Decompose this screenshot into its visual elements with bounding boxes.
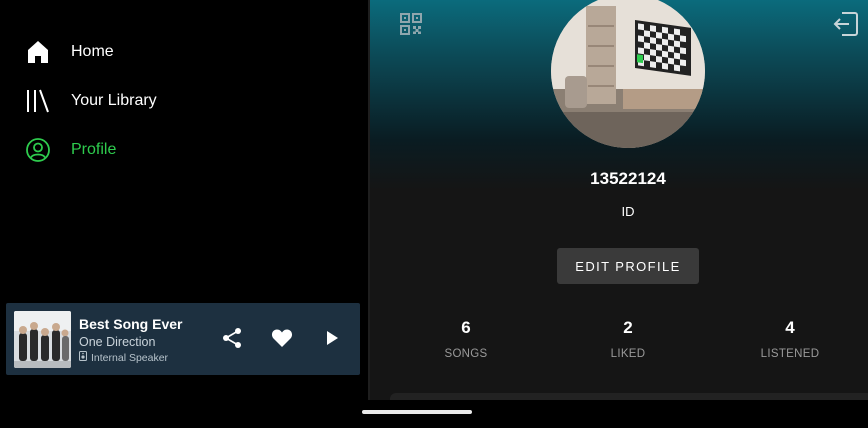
profile-icon (24, 136, 52, 164)
profile-avatar[interactable] (551, 0, 705, 148)
sidebar-item-label: Home (71, 43, 114, 60)
system-nav-bar (0, 400, 868, 428)
app: Home Your Library Profile Best Song Ever… (0, 0, 868, 428)
profile-pane: 13522124 ID EDIT PROFILE 6 SONGS 2 LIKED… (370, 0, 868, 403)
stat-value: 2 (623, 318, 633, 337)
sidebar: Home Your Library Profile Best Song Ever… (0, 0, 368, 400)
stat-label: LISTENED (760, 348, 820, 360)
sidebar-item-library[interactable]: Your Library (24, 85, 344, 117)
stat-label: SONGS (444, 348, 488, 360)
stat-value: 4 (785, 318, 795, 337)
stat-songs: 6 SONGS (411, 318, 521, 360)
play-icon (325, 330, 339, 351)
track-title: Best Song Ever (79, 316, 183, 332)
sidebar-item-label: Profile (71, 141, 117, 158)
sidebar-item-home[interactable]: Home (24, 36, 344, 68)
library-icon (24, 87, 52, 115)
like-button[interactable] (269, 327, 295, 353)
edit-profile-button[interactable]: EDIT PROFILE (557, 248, 699, 284)
album-cover (14, 311, 71, 368)
sidebar-item-profile[interactable]: Profile (24, 134, 344, 166)
stat-listened: 4 LISTENED (735, 318, 845, 360)
output-device-label: Internal Speaker (91, 351, 169, 364)
sidebar-item-label: Your Library (71, 92, 157, 109)
share-button[interactable] (219, 327, 245, 353)
qr-code-icon[interactable] (400, 13, 422, 35)
stat-label: LIKED (610, 348, 646, 360)
track-artist: One Direction (79, 335, 156, 349)
share-icon (221, 327, 243, 354)
mini-player[interactable]: Best Song Ever One Direction Internal Sp… (6, 303, 360, 375)
speaker-icon (79, 351, 87, 364)
profile-id-label: ID (621, 204, 635, 219)
heart-icon (271, 328, 293, 353)
stat-liked: 2 LIKED (573, 318, 683, 360)
profile-username: 13522124 (590, 169, 666, 188)
output-device: Internal Speaker (79, 351, 168, 364)
home-gesture-handle[interactable] (362, 410, 472, 414)
home-icon (24, 38, 52, 66)
stat-value: 6 (461, 318, 471, 337)
play-button[interactable] (319, 327, 345, 353)
logout-icon[interactable] (832, 10, 860, 38)
